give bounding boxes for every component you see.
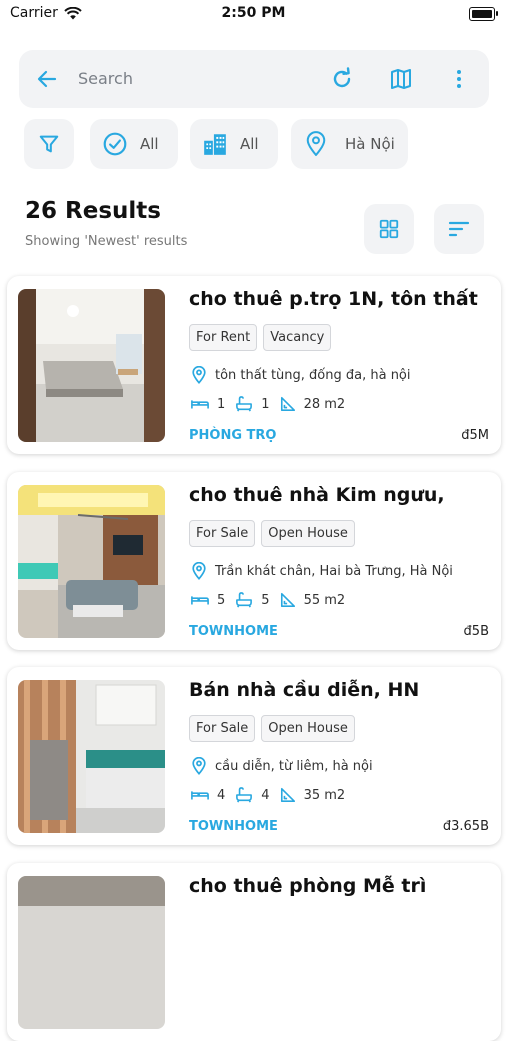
search-input[interactable]: Search bbox=[78, 69, 133, 88]
listing-price: đ3.65B bbox=[442, 819, 489, 834]
bed-icon bbox=[191, 791, 209, 800]
listing-specs: 4 4 35 m2 bbox=[191, 787, 355, 803]
map-icon[interactable] bbox=[389, 67, 413, 91]
bed-icon bbox=[191, 596, 209, 605]
listing-photo bbox=[18, 485, 165, 638]
listing-photo bbox=[18, 289, 165, 442]
listing-address-text: tôn thất tùng, đống đa, hà nội bbox=[215, 367, 411, 383]
listing-tag: For Sale bbox=[189, 715, 256, 742]
clock: 2:50 PM bbox=[221, 5, 286, 21]
area-icon bbox=[280, 787, 295, 803]
listing-beds: 5 bbox=[217, 592, 226, 608]
listing-title[interactable]: cho thuê p.trọ 1N, tôn thất bbox=[189, 288, 494, 310]
listing-address-text: Trần khát chân, Hai bà Trưng, Hà Nội bbox=[215, 563, 453, 579]
listing-baths: 5 bbox=[261, 592, 270, 608]
listing-price: đ5B bbox=[463, 624, 489, 639]
battery-icon bbox=[469, 7, 498, 21]
listing-tags: For Sale Open House bbox=[189, 715, 355, 742]
search-bar: Search bbox=[19, 50, 489, 108]
buildings-icon bbox=[204, 134, 226, 155]
listing-address: Trần khát chân, Hai bà Trưng, Hà Nội bbox=[191, 562, 453, 580]
listing-tags: For Rent Vacancy bbox=[189, 324, 332, 351]
listing-tag: Vacancy bbox=[263, 324, 332, 351]
listing-card[interactable]: cho thuê p.trọ 1N, tôn thất For Rent Vac… bbox=[7, 276, 501, 454]
listing-property-type: TOWNHOME bbox=[189, 624, 278, 639]
location-pin-icon bbox=[192, 366, 206, 384]
listing-title[interactable]: cho thuê nhà Kim ngưu, bbox=[189, 484, 494, 506]
listing-address: cầu diễn, từ liêm, hà nội bbox=[191, 757, 373, 775]
status-filter-label: All bbox=[140, 135, 159, 153]
location-filter-chip[interactable]: Hà Nội bbox=[291, 119, 408, 169]
status-bar: Carrier 2:50 PM bbox=[0, 0, 507, 28]
bed-icon bbox=[191, 400, 209, 409]
listing-specs: 1 1 28 m2 bbox=[191, 396, 355, 412]
location-pin-icon bbox=[192, 757, 206, 775]
listing-tags: For Sale Open House bbox=[189, 520, 355, 547]
filter-button[interactable] bbox=[24, 119, 74, 169]
refresh-icon[interactable] bbox=[330, 67, 354, 91]
listing-area: 28 m2 bbox=[303, 396, 346, 412]
grid-view-button[interactable] bbox=[364, 204, 414, 254]
listing-baths: 1 bbox=[261, 396, 270, 412]
listing-card[interactable]: cho thuê nhà Kim ngưu, For Sale Open Hou… bbox=[7, 472, 501, 650]
bathtub-icon bbox=[236, 592, 253, 608]
back-arrow-icon[interactable] bbox=[35, 67, 59, 91]
status-filter-chip[interactable]: All bbox=[90, 119, 178, 169]
more-vertical-icon[interactable] bbox=[447, 67, 471, 91]
location-filter-label: Hà Nội bbox=[345, 135, 395, 153]
listing-photo bbox=[18, 680, 165, 833]
listing-area: 55 m2 bbox=[303, 592, 346, 608]
bathtub-icon bbox=[236, 787, 253, 803]
area-icon bbox=[280, 396, 295, 412]
property-type-filter-label: All bbox=[240, 135, 259, 153]
listing-address-text: cầu diễn, từ liêm, hà nội bbox=[215, 758, 373, 774]
listing-tag: For Sale bbox=[189, 520, 256, 547]
location-pin-icon bbox=[192, 562, 206, 580]
check-circle-icon bbox=[103, 132, 127, 156]
bathtub-icon bbox=[236, 396, 253, 412]
area-icon bbox=[280, 592, 295, 608]
listing-title[interactable]: cho thuê phòng Mễ trì bbox=[189, 875, 494, 897]
listing-card[interactable]: cho thuê phòng Mễ trì bbox=[7, 863, 501, 1041]
listing-address: tôn thất tùng, đống đa, hà nội bbox=[191, 366, 411, 384]
results-count: 26 Results bbox=[25, 198, 161, 224]
listing-title[interactable]: Bán nhà cầu diễn, HN bbox=[189, 679, 494, 701]
filter-icon bbox=[39, 135, 59, 153]
listing-beds: 4 bbox=[217, 787, 226, 803]
listing-area: 35 m2 bbox=[303, 787, 346, 803]
listing-property-type: PHÒNG TRỌ bbox=[189, 428, 277, 443]
results-sort-info: Showing 'Newest' results bbox=[25, 234, 188, 249]
listing-photo bbox=[18, 876, 165, 1029]
property-type-filter-chip[interactable]: All bbox=[190, 119, 278, 169]
listing-tag: Open House bbox=[261, 715, 355, 742]
listing-beds: 1 bbox=[217, 396, 226, 412]
listing-tag: Open House bbox=[261, 520, 355, 547]
listing-price: đ5M bbox=[461, 428, 489, 443]
location-pin-icon bbox=[306, 131, 326, 157]
listing-specs: 5 5 55 m2 bbox=[191, 592, 355, 608]
grid-icon bbox=[379, 219, 399, 239]
listing-tag: For Rent bbox=[189, 324, 258, 351]
listing-card[interactable]: Bán nhà cầu diễn, HN For Sale Open House… bbox=[7, 667, 501, 845]
listing-property-type: TOWNHOME bbox=[189, 819, 278, 834]
listing-baths: 4 bbox=[261, 787, 270, 803]
sort-button[interactable] bbox=[434, 204, 484, 254]
sort-icon bbox=[448, 221, 470, 237]
